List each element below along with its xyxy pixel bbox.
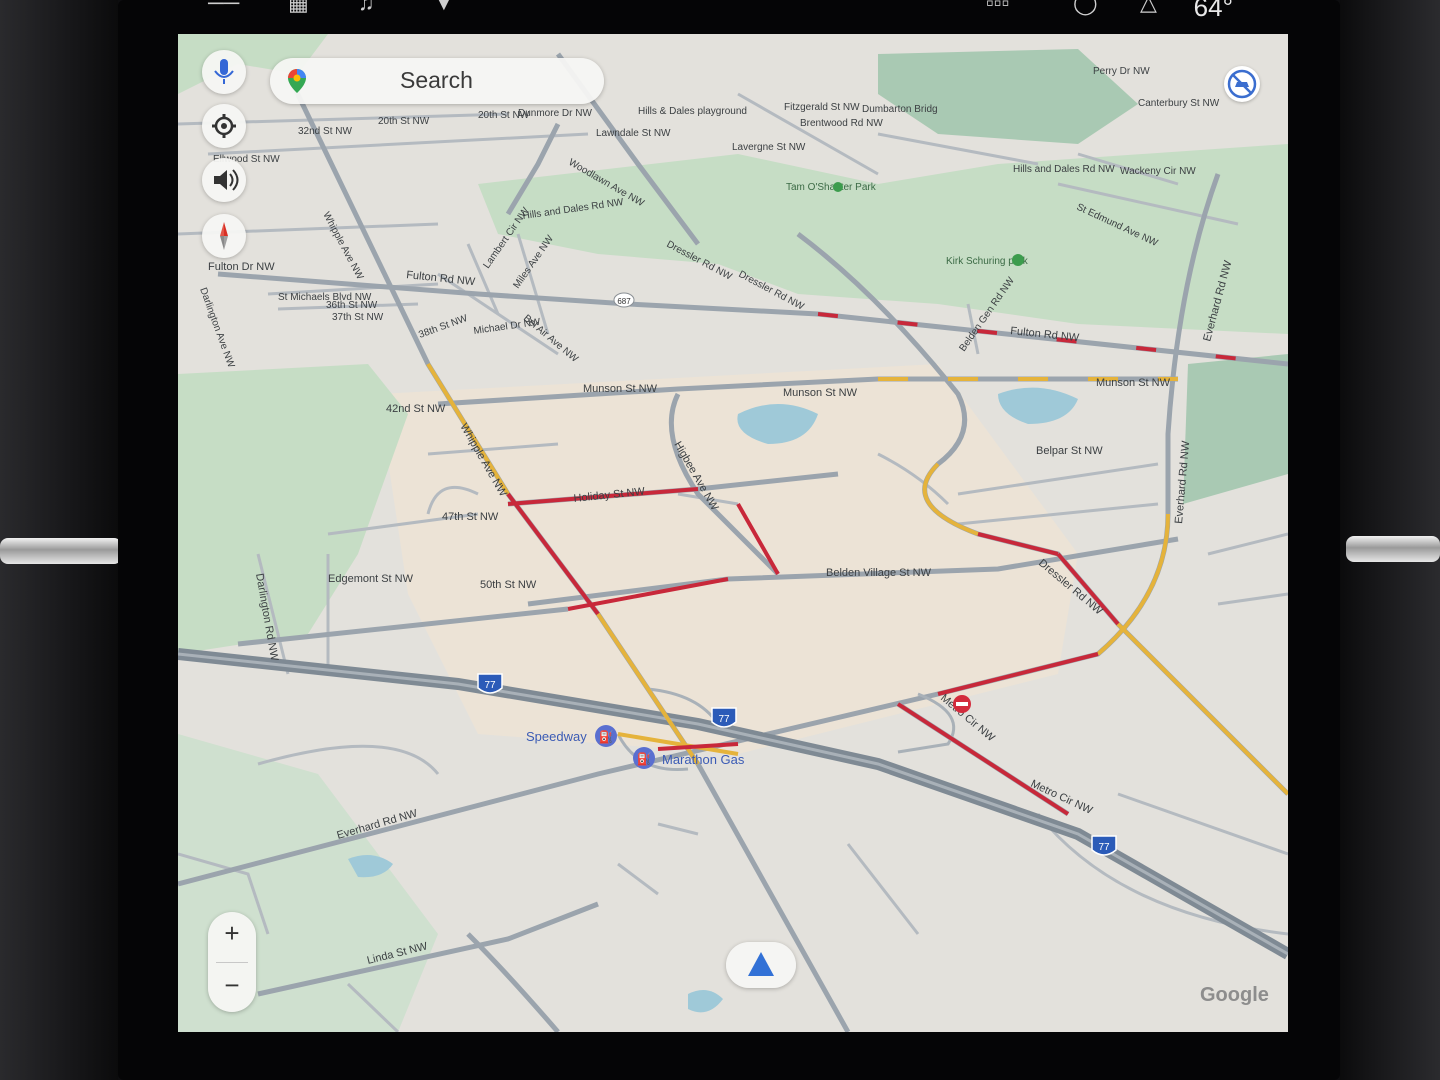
label-brentwood: Brentwood Rd NW — [800, 118, 883, 129]
search-label: Search — [400, 67, 473, 93]
label-50th: 50th St NW — [480, 579, 537, 591]
traffic-icon — [1227, 69, 1257, 99]
notification-bell-icon[interactable]: △ — [1140, 0, 1157, 16]
label-36th: 36th St NW — [326, 300, 378, 311]
menu-icon[interactable]: ── — [208, 0, 239, 16]
status-bar: ── ▦ ♫ ▼ ▫▫▫ ◯ △ 64° — [178, 0, 1288, 30]
zoom-in-button[interactable]: + — [208, 918, 256, 949]
shield-label: 77 — [1098, 842, 1110, 853]
compass-icon — [220, 222, 228, 250]
gas-glyph: ⛽ — [637, 752, 652, 766]
label-hills-playground: Hills & Dales playground — [638, 106, 747, 117]
zoom-out-button[interactable]: − — [208, 970, 256, 1001]
label-lawndale: Lawndale St NW — [596, 128, 671, 139]
label-munson-west: Munson St NW — [583, 383, 658, 395]
shield-label: 687 — [617, 297, 631, 306]
poi-speedway[interactable]: Speedway ⛽ — [526, 725, 617, 747]
zoom-control: + − — [208, 912, 256, 1012]
park-pin-icon[interactable] — [1012, 254, 1024, 266]
profile-icon[interactable]: ◯ — [1073, 0, 1098, 16]
volume-button[interactable] — [202, 158, 246, 202]
i77-shield-icon[interactable]: 77 — [477, 673, 503, 694]
google-watermark: Google — [1200, 984, 1269, 1006]
label-munson-east: Munson St NW — [1096, 377, 1171, 389]
poi-label-speedway: Speedway — [526, 729, 587, 744]
label-dunmore: Dunmore Dr NW — [518, 108, 592, 119]
route-687-shield-icon[interactable]: 687 — [613, 292, 635, 308]
signal-icon: ▫▫▫ — [986, 0, 1010, 15]
park-label-tam-oshanter: Tam O'Shanter Park — [786, 182, 877, 193]
poi-label-marathon: Marathon Gas — [662, 752, 745, 767]
label-42nd: 42nd St NW — [386, 403, 446, 415]
label-dumbarton: Dumbarton Bridg — [862, 104, 938, 115]
map-screen[interactable]: 20th St NW 20th St NW 32nd St NW Dunmore… — [178, 34, 1288, 1032]
label-belden-village: Belden Village St NW — [826, 567, 932, 579]
road-closure-icon[interactable] — [953, 695, 971, 713]
label-wackeny: Wackeny Cir NW — [1120, 166, 1196, 177]
label-perry: Perry Dr NW — [1093, 66, 1150, 77]
volume-icon — [214, 169, 239, 191]
media-icon[interactable]: ♫ — [358, 0, 375, 16]
compass-button[interactable] — [202, 214, 246, 258]
label-hills-dales-east: Hills and Dales Rd NW — [1013, 164, 1115, 175]
google-maps-pin-icon — [288, 69, 306, 93]
label-fitzgerald: Fitzgerald St NW — [784, 102, 860, 113]
label-47th: 47th St NW — [442, 511, 499, 523]
label-37th: 37th St NW — [332, 312, 384, 323]
label-munson-central: Munson St NW — [783, 387, 858, 399]
shield-label: 77 — [718, 714, 730, 725]
voice-search-button[interactable] — [202, 50, 246, 94]
settings-button[interactable] — [202, 104, 246, 148]
label-belpar: Belpar St NW — [1036, 445, 1103, 457]
gear-icon — [212, 114, 236, 138]
zoom-divider — [216, 962, 248, 963]
grid-icon[interactable]: ▦ — [288, 0, 309, 16]
traffic-toggle-button[interactable] — [1224, 66, 1260, 102]
label-lavergne: Lavergne St NW — [732, 142, 806, 153]
location-icon[interactable]: ▼ — [433, 0, 455, 16]
label-20th-a: 20th St NW — [378, 116, 430, 127]
mic-icon — [214, 59, 234, 84]
gas-glyph: ⛽ — [599, 730, 614, 744]
label-fulton-west: Fulton Dr NW — [208, 261, 275, 273]
chrome-trim-right — [1346, 536, 1440, 562]
label-edgemont: Edgemont St NW — [328, 573, 414, 585]
temperature-readout: 64° — [1193, 0, 1233, 22]
map-canvas[interactable]: 20th St NW 20th St NW 32nd St NW Dunmore… — [178, 34, 1288, 1032]
label-canterbury: Canterbury St NW — [1138, 98, 1220, 109]
recenter-button[interactable] — [726, 942, 796, 988]
shield-label: 77 — [484, 680, 496, 691]
i77-shield-icon[interactable]: 77 — [1091, 835, 1117, 856]
i77-shield-icon[interactable]: 77 — [711, 707, 737, 728]
label-32nd: 32nd St NW — [298, 126, 352, 137]
navigation-arrow-icon — [748, 952, 774, 976]
search-bar[interactable]: Search — [270, 58, 604, 104]
park-pin-icon[interactable] — [833, 182, 843, 192]
chrome-trim-left — [0, 538, 122, 564]
